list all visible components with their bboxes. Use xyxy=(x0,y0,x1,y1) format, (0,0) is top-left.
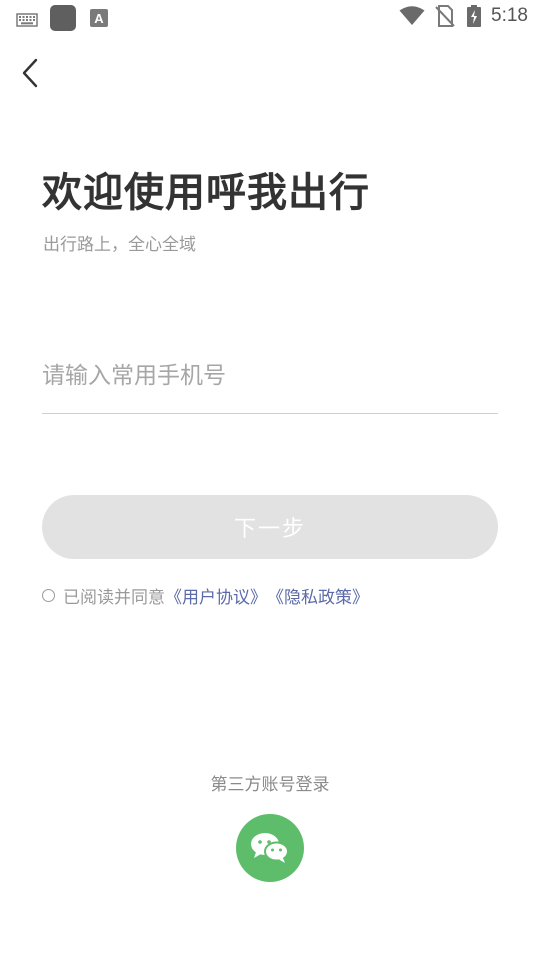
agreement-prefix: 已阅读并同意 xyxy=(63,588,165,608)
status-bar-left: A xyxy=(16,5,108,31)
a11y-text-icon: A xyxy=(90,9,108,27)
wifi-icon xyxy=(399,6,425,25)
chevron-left-icon xyxy=(22,58,38,88)
svg-text:A: A xyxy=(94,11,104,26)
wechat-icon xyxy=(251,833,289,863)
status-bar: A 5:18 xyxy=(0,0,540,36)
agree-radio[interactable] xyxy=(42,589,55,602)
page-subtitle: 出行路上，全心全域 xyxy=(43,235,196,255)
status-bar-right: 5:18 xyxy=(399,5,528,27)
next-button[interactable]: 下一步 xyxy=(42,495,498,559)
battery-charging-icon xyxy=(467,5,482,27)
page-title: 欢迎使用呼我出行 xyxy=(42,170,370,216)
no-sim-icon xyxy=(435,5,455,27)
wechat-login-button[interactable] xyxy=(236,814,304,882)
status-time: 5:18 xyxy=(491,5,528,26)
back-button[interactable] xyxy=(14,56,48,90)
keyboard-icon xyxy=(16,12,38,27)
privacy-policy-link[interactable]: 《隐私政策》 xyxy=(267,583,369,608)
phone-input[interactable] xyxy=(42,352,498,400)
agreement-row: 已阅读并同意 《用户协议》 《隐私政策》 xyxy=(42,583,369,608)
third-party-login-title: 第三方账号登录 xyxy=(210,775,330,795)
phone-input-underline xyxy=(42,413,498,414)
app-icon xyxy=(50,5,76,31)
user-agreement-link[interactable]: 《用户协议》 xyxy=(165,583,267,608)
